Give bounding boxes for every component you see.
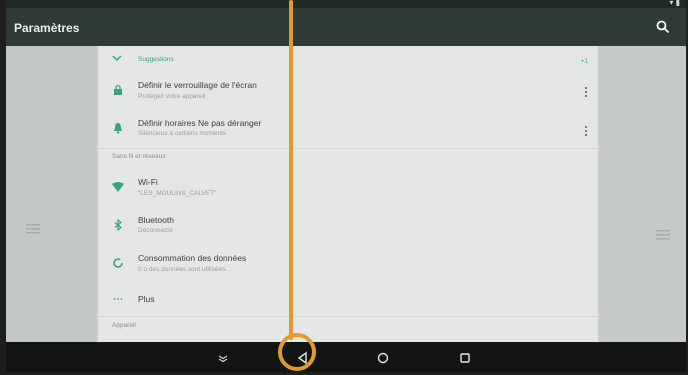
list-item-title: Bluetooth	[138, 215, 174, 225]
data-usage-icon	[113, 258, 123, 268]
app-bar: Paramètres	[6, 8, 686, 46]
lock-icon	[114, 84, 122, 95]
suggestions-count: +1	[580, 58, 588, 65]
right-menu-icon[interactable]	[656, 230, 670, 240]
annotation-highlight-circle	[278, 333, 316, 371]
right-panel	[600, 46, 686, 342]
chevron-down-icon[interactable]	[112, 54, 122, 62]
device-screen: ▾ ▮ Paramètres Suggestions +1 Définir le…	[6, 0, 686, 372]
list-item-title: Plus	[138, 294, 155, 304]
suggestion-subtitle: Protégez votre appareil	[138, 93, 206, 100]
suggestion-subtitle: Silencieux à certains moments	[138, 130, 227, 137]
settings-panel: Suggestions +1 Définir le verrouillage d…	[98, 46, 598, 342]
list-item-data-usage[interactable]: Consommation des données 0 o des données…	[98, 244, 598, 282]
suggestion-title: Définir horaires Ne pas déranger	[138, 118, 262, 128]
annotation-pointer-line	[289, 0, 293, 340]
section-title-device: Appareil	[112, 322, 136, 329]
section-title-wireless: Sans fil et réseaux	[112, 153, 166, 160]
more-horiz-icon	[113, 298, 123, 300]
collapse-icon[interactable]	[216, 351, 230, 365]
more-vert-icon[interactable]	[584, 125, 588, 137]
left-panel	[6, 46, 96, 342]
status-bar: ▾ ▮	[6, 0, 686, 8]
home-icon[interactable]	[376, 351, 390, 365]
navigation-bar	[6, 342, 686, 372]
recents-icon[interactable]	[458, 351, 472, 365]
suggestion-item-lock[interactable]: Définir le verrouillage de l'écran Proté…	[98, 74, 598, 112]
status-icons: ▾ ▮	[669, 0, 680, 7]
wifi-icon	[112, 182, 124, 192]
list-item-more[interactable]: Plus	[98, 282, 598, 316]
search-icon[interactable]	[656, 20, 670, 34]
bluetooth-icon	[114, 219, 122, 231]
list-item-wifi[interactable]: Wi-Fi "LES_MOULINS_CALVET"	[98, 168, 598, 206]
suggestions-title: Suggestions	[138, 56, 174, 63]
list-item-subtitle: 0 o des données sont utilisées.	[138, 266, 228, 273]
suggestion-item-dnd[interactable]: Définir horaires Ne pas déranger Silenci…	[98, 112, 598, 148]
left-menu-icon[interactable]	[26, 224, 40, 234]
suggestions-header[interactable]: Suggestions +1	[98, 46, 598, 74]
divider	[98, 316, 598, 317]
list-item-title: Wi-Fi	[138, 177, 158, 187]
bell-icon	[114, 123, 122, 134]
list-item-bluetooth[interactable]: Bluetooth Déconnecté	[98, 206, 598, 244]
suggestion-title: Définir le verrouillage de l'écran	[138, 80, 257, 90]
more-vert-icon[interactable]	[584, 86, 588, 98]
list-item-subtitle: Déconnecté	[138, 227, 173, 234]
list-item-subtitle: "LES_MOULINS_CALVET"	[138, 190, 217, 197]
page-title: Paramètres	[14, 21, 80, 35]
list-item-title: Consommation des données	[138, 253, 247, 263]
divider	[98, 148, 598, 149]
